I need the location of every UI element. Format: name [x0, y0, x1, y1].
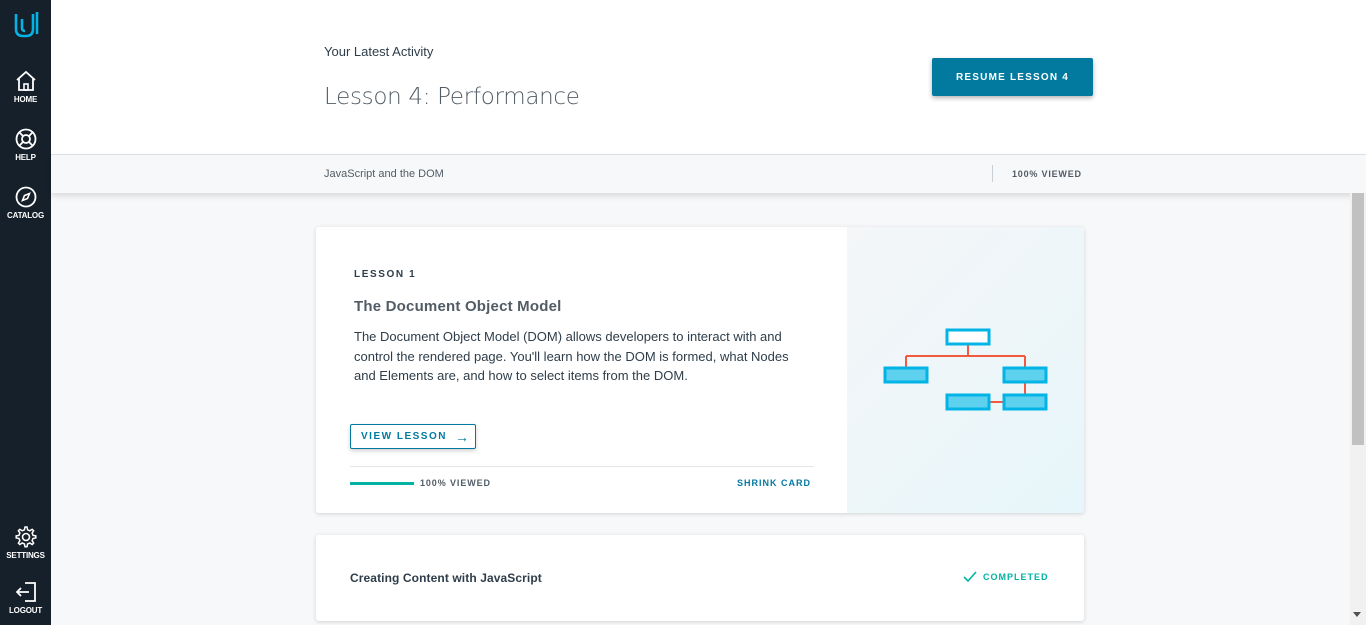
lesson-progress-fill — [350, 482, 414, 485]
lesson-tag: LESSON 1 — [354, 269, 417, 280]
latest-activity-label: Your Latest Activity — [324, 44, 434, 59]
sidebar-item-label: SETTINGS — [6, 551, 45, 560]
dom-tree-diagram-icon — [883, 328, 1048, 411]
course-name: JavaScript and the DOM — [324, 168, 444, 180]
sidebar-item-help[interactable]: HELP — [0, 127, 51, 162]
sidebar-item-settings[interactable]: SETTINGS — [0, 525, 51, 560]
sidebar-item-catalog[interactable]: CATALOG — [0, 185, 51, 220]
divider — [992, 165, 993, 182]
divider — [350, 466, 814, 467]
lifebuoy-icon — [15, 128, 36, 150]
view-lesson-label: VIEW LESSON — [361, 431, 447, 442]
status-badge: COMPLETED — [963, 571, 1049, 583]
udacity-logo[interactable] — [13, 10, 39, 40]
shrink-card-link[interactable]: SHRINK CARD — [737, 478, 811, 488]
sidebar-item-label: HELP — [15, 153, 36, 162]
lesson-card[interactable]: Creating Content with JavaScript COMPLET… — [316, 535, 1084, 621]
scrollbar-thumb[interactable] — [1352, 193, 1364, 445]
page-header: Your Latest Activity Lesson 4: Performan… — [51, 0, 1366, 155]
resume-lesson-button[interactable]: RESUME LESSON 4 — [932, 58, 1093, 96]
course-progress-label: 100% VIEWED — [1012, 169, 1082, 179]
view-lesson-button[interactable]: VIEW LESSON → — [350, 424, 476, 449]
lesson-progress-label: 100% VIEWED — [420, 478, 491, 488]
home-icon — [15, 70, 36, 91]
sidebar-item-logout[interactable]: LOGOUT — [0, 580, 51, 615]
lesson-title: Creating Content with JavaScript — [350, 571, 542, 585]
sidebar-item-label: CATALOG — [7, 211, 44, 220]
checkmark-icon — [963, 571, 977, 583]
sidebar-item-label: LOGOUT — [8, 606, 43, 615]
course-bar: JavaScript and the DOM 100% VIEWED — [51, 155, 1366, 193]
scroll-down-arrow[interactable] — [1353, 612, 1361, 617]
lesson-description: The Document Object Model (DOM) allows d… — [354, 329, 789, 383]
arrow-right-icon: → — [454, 428, 469, 445]
lesson-card: LESSON 1 The Document Object Model The D… — [316, 227, 1084, 513]
sidebar-item-home[interactable]: HOME — [0, 69, 51, 104]
compass-icon — [15, 186, 36, 208]
gear-icon — [14, 526, 37, 548]
status-label: COMPLETED — [983, 572, 1049, 582]
lesson-image — [847, 227, 1084, 513]
lesson-progress-bar — [350, 482, 414, 485]
lesson-title: The Document Object Model — [354, 298, 562, 315]
logout-icon — [15, 582, 36, 602]
sidebar: HOME HELP CATALOG SETTINGS LOGOUT — [0, 0, 51, 625]
page-title: Lesson 4: Performance — [324, 84, 580, 110]
sidebar-item-label: HOME — [13, 95, 38, 104]
